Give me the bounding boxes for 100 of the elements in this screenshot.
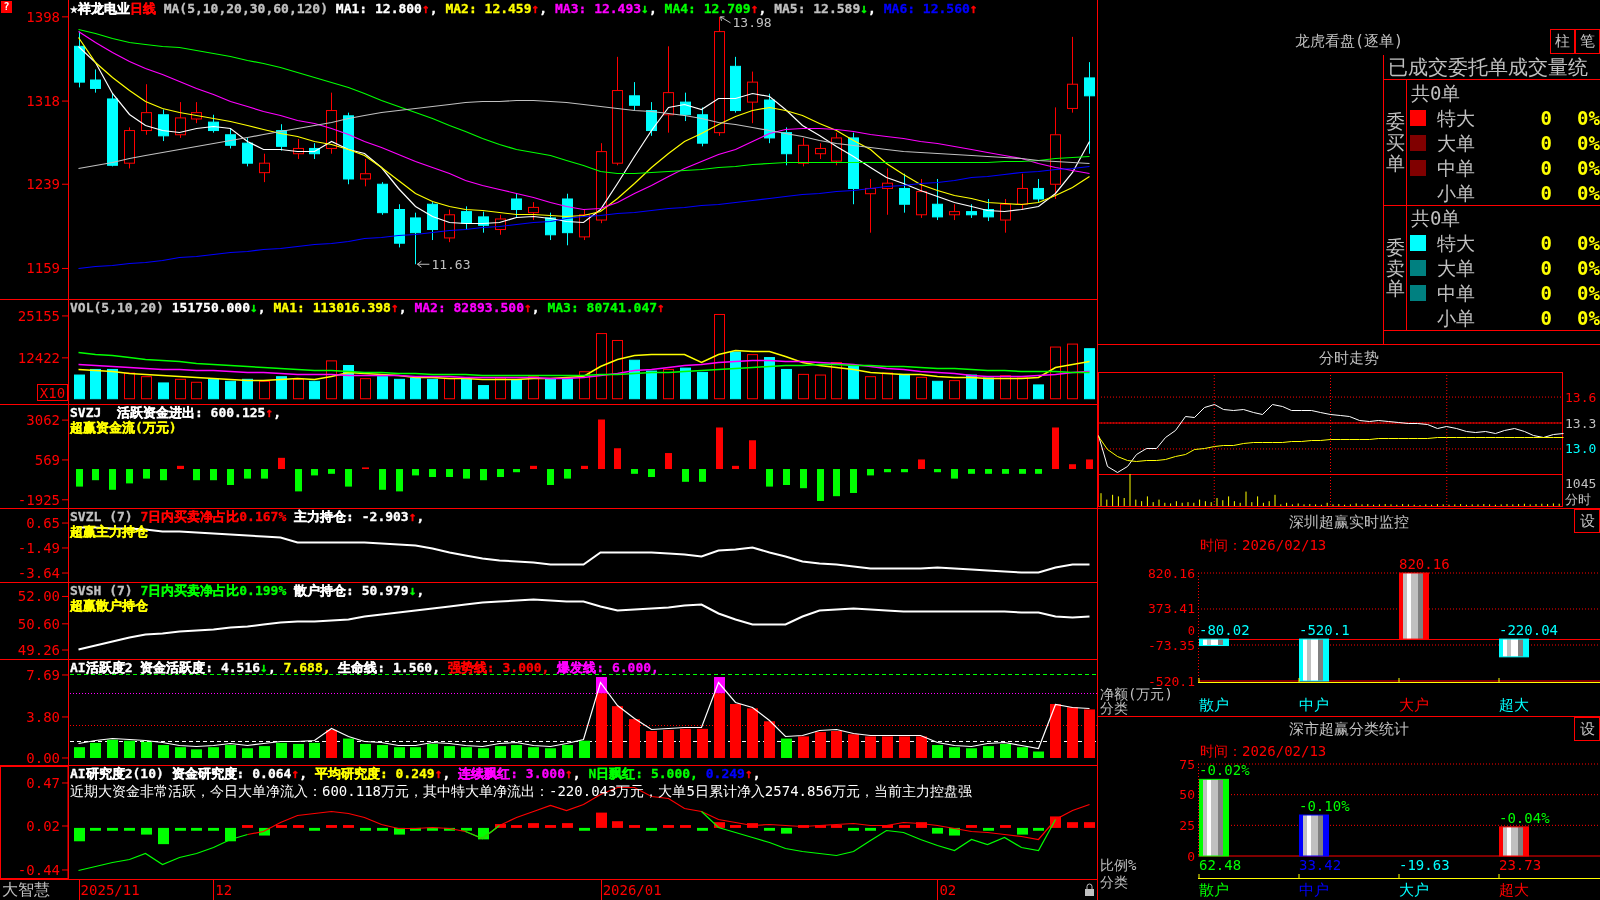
- app-name-label: 大智慧: [1, 881, 50, 899]
- change-label: -0.10%: [1299, 798, 1350, 814]
- legend-text: ,: [267, 660, 277, 675]
- legend-text: ↑: [531, 1, 540, 16]
- axis-tick-label: 0.47: [26, 774, 60, 791]
- category-label: 中户: [1299, 696, 1329, 714]
- legend-text: SVZL (7): [70, 509, 134, 524]
- order-total: 共0单: [1411, 207, 1461, 230]
- axis-title: 比例%: [1100, 857, 1137, 873]
- legend-text: ,: [416, 583, 425, 598]
- legend-text: 151750.000: [171, 300, 251, 315]
- category-label: 散户: [1199, 696, 1229, 714]
- axis-tick-label: 569: [34, 451, 60, 468]
- legend-text: AI活跃度2 资金活跃度: 4.516: [70, 660, 261, 675]
- value-label: -220.04: [1499, 622, 1558, 639]
- order-share: 0%: [1576, 257, 1600, 279]
- legend-text: MA3: 80741.047: [547, 300, 658, 315]
- axis-tick-label: 49.26: [17, 642, 60, 658]
- category-label: 中户: [1299, 881, 1329, 899]
- legend-text: MA1: 12.800: [335, 1, 422, 16]
- axis-tick-label: -3.64: [17, 565, 60, 582]
- axis-tick-label: 50: [1179, 787, 1195, 803]
- legend-text: MA2: 82893.500: [414, 300, 524, 315]
- order-share: 0%: [1576, 181, 1600, 204]
- legend-text: ,: [299, 766, 309, 781]
- order-count: 0: [1539, 257, 1552, 279]
- legend-text: ↓: [250, 300, 258, 315]
- axis-tick-label: 13.6: [1565, 389, 1597, 405]
- panel-title: 分时走势: [1319, 348, 1379, 370]
- legend-text: ↑: [969, 1, 978, 16]
- panel-title: 龙虎看盘(逐单): [1294, 31, 1404, 53]
- order-size-label: 特大: [1437, 106, 1476, 129]
- legend-text: ,: [398, 300, 408, 315]
- group-label: 委买单: [1385, 111, 1405, 174]
- legend-text: ↑: [291, 766, 300, 781]
- category-label: 大户: [1399, 696, 1429, 714]
- axis-tick-label: 12422: [17, 349, 60, 366]
- legend-text: N日飘红: 5.000,: [588, 766, 699, 781]
- order-total: 共0单: [1411, 81, 1461, 104]
- legend-text: MA(5,10,20,30,60,120): [162, 1, 329, 16]
- axis-tick-label: 50.60: [17, 615, 60, 632]
- legend-text: ,: [868, 1, 877, 16]
- annotation: 13.98: [732, 15, 772, 31]
- axis-tick-label: 75: [1179, 756, 1195, 772]
- value-label: -80.02: [1199, 622, 1250, 639]
- chart-subtitle: 时间：2026/02/13: [1200, 535, 1327, 555]
- axis-tick-label: 0.00: [26, 750, 60, 765]
- chart-subtitle: 时间：2026/02/13: [1200, 741, 1327, 761]
- legend-text: ,: [758, 1, 768, 16]
- legend-text: ,: [442, 766, 452, 781]
- category-label: 超大: [1499, 696, 1529, 714]
- order-size-label: 特大: [1437, 232, 1476, 255]
- legend-text: SVZJ 活跃资金进出: 600.125: [70, 405, 266, 420]
- legend-text: 爆发线: 6.000,: [556, 660, 659, 675]
- value-label: -520.1: [1299, 622, 1350, 639]
- order-share: 0%: [1576, 156, 1600, 179]
- axis-tick-label: -520.1: [1148, 673, 1195, 689]
- order-size-label: 中单: [1437, 156, 1476, 179]
- value-label: -19.63: [1399, 857, 1450, 873]
- legend-text: ↑: [750, 1, 759, 16]
- order-size-label: 小单: [1437, 181, 1476, 204]
- legend-text: ,: [429, 1, 439, 16]
- axis-tick-label: 25: [1179, 817, 1195, 833]
- legend-text: ,: [572, 766, 582, 781]
- axis-tick-label: 1398: [26, 8, 60, 25]
- order-share: 0%: [1576, 306, 1600, 329]
- order-count: 0: [1539, 232, 1552, 255]
- legend-text: 7.688,: [283, 660, 331, 675]
- date-axis-label: 02: [939, 882, 957, 898]
- date-axis-label: 12: [215, 882, 233, 898]
- group-label: 委卖单: [1385, 236, 1405, 300]
- legend-text: ↑: [657, 300, 665, 315]
- axis-title: 分时: [1565, 491, 1591, 507]
- order-size-label: 中单: [1437, 281, 1476, 304]
- order-count: 0: [1539, 281, 1552, 304]
- order-size-label: 大单: [1437, 131, 1476, 154]
- legend-text: ★祥龙电业: [70, 1, 130, 16]
- order-share: 0%: [1576, 281, 1600, 304]
- axis-tick-label: 3062: [26, 412, 60, 429]
- legend-text: ,: [648, 1, 658, 16]
- legend-text: ↓: [408, 583, 417, 598]
- axis-tick-label: 0: [1187, 848, 1195, 864]
- legend-text: MA6: 12.560: [883, 1, 970, 16]
- date-axis-label: 2025/11: [80, 882, 140, 898]
- order-count: 0: [1539, 106, 1552, 129]
- axis-tick-label: 25155: [17, 307, 60, 324]
- axis-tick-label: -73.35: [1148, 637, 1195, 653]
- axis-tick-label: 373.41: [1148, 601, 1195, 617]
- axis-tick-label: 52.00: [17, 588, 60, 605]
- order-count: 0: [1539, 181, 1552, 204]
- axis-tick-label: 0.65: [26, 515, 60, 532]
- legend-text: ↓: [860, 1, 869, 16]
- axis-tick-label: 820.16: [1148, 565, 1195, 581]
- order-count: 0: [1539, 156, 1552, 179]
- order-count: 0: [1539, 131, 1552, 154]
- value-label: 23.73: [1499, 857, 1542, 873]
- legend-text: 日线: [129, 1, 156, 16]
- axis-title: 分类: [1100, 700, 1128, 716]
- axis-tick-label: 0.02: [26, 818, 60, 834]
- legend-text: 平均研究度: 0.249: [314, 766, 435, 781]
